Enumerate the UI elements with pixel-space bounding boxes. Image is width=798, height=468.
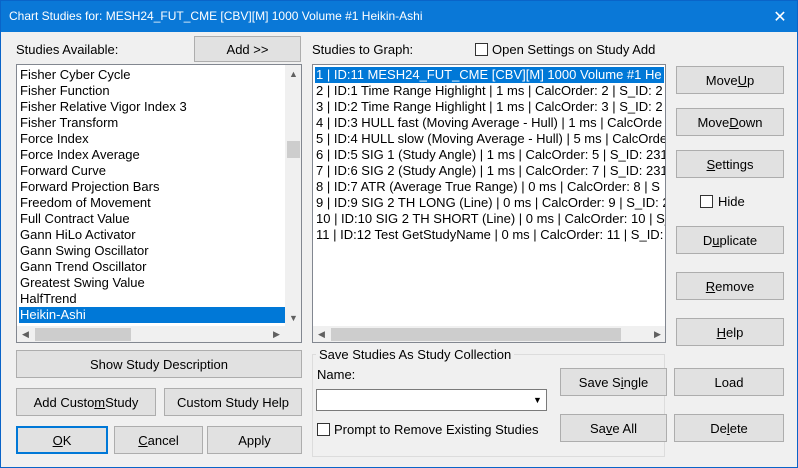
scroll-thumb[interactable] [287, 141, 300, 158]
studies-available-list[interactable]: Fisher Cyber Cycle Fisher Function Fisher … [16, 64, 302, 343]
studies-to-graph-item[interactable]: 6 | ID:5 SIG 1 (Study Angle) | 1 ms | Ca… [315, 147, 665, 163]
window-title: Chart Studies for: MESH24_FUT_CME [CBV][… [9, 9, 423, 23]
hscroll-thumb[interactable] [35, 328, 131, 341]
studies-to-graph-item[interactable]: 5 | ID:4 HULL slow (Moving Average - Hul… [315, 131, 665, 147]
studies-available-item[interactable]: Fisher Cyber Cycle [19, 67, 285, 83]
hide-label: Hide [718, 194, 745, 209]
help-button[interactable]: Help [676, 318, 784, 346]
prompt-remove-label: Prompt to Remove Existing Studies [334, 422, 539, 437]
prompt-remove-checkbox[interactable] [317, 423, 330, 436]
close-icon[interactable]: ✕ [763, 1, 797, 32]
scroll-right-icon[interactable]: ▶ [649, 326, 665, 342]
save-all-button[interactable]: Sa v e All [560, 414, 667, 442]
studies-available-item[interactable]: Heikin-Ashi [19, 307, 285, 323]
ok-button[interactable]: OK [16, 426, 108, 454]
apply-button[interactable]: Apply [207, 426, 302, 454]
studies-available-item[interactable]: Freedom of Movement [19, 195, 285, 211]
studies-to-graph-item[interactable]: 11 | ID:12 Test GetStudyName | 0 ms | Ca… [315, 227, 664, 243]
scroll-up-icon[interactable]: ▲ [285, 65, 301, 82]
show-study-description-button[interactable]: Show Study Description [16, 350, 302, 378]
studies-available-item[interactable]: HalfTrend [19, 291, 285, 307]
open-settings-label: Open Settings on Study Add [492, 42, 656, 57]
hscroll-thumb[interactable] [331, 328, 621, 341]
studies-available-item[interactable]: Fisher Function [19, 83, 285, 99]
studies-to-graph-item[interactable]: 3 | ID:2 Time Range Highlight | 1 ms | C… [315, 99, 664, 115]
chart-studies-dialog: Chart Studies for: MESH24_FUT_CME [CBV][… [0, 0, 798, 468]
study-collection-title: Save Studies As Study Collection [316, 347, 515, 362]
custom-study-help-button[interactable]: Custom Study Help [164, 388, 302, 416]
studies-available-hscroll[interactable]: ◀ ▶ [17, 326, 301, 342]
collection-name-combo[interactable]: ▼ [316, 389, 547, 411]
open-settings-checkbox[interactable] [475, 43, 488, 56]
studies-available-item[interactable]: Fisher Relative Vigor Index 3 [19, 99, 285, 115]
scroll-left-icon[interactable]: ◀ [313, 326, 330, 342]
studies-available-item[interactable]: Gann Swing Oscillator [19, 243, 285, 259]
studies-to-graph-item[interactable]: 10 | ID:10 SIG 2 TH SHORT (Line) | 0 ms … [315, 211, 665, 227]
studies-to-graph-list[interactable]: 1 | ID:11 MESH24_FUT_CME [CBV][M] 1000 V… [312, 64, 666, 343]
studies-available-item[interactable]: Gann Trend Oscillator [19, 259, 285, 275]
studies-available-item[interactable]: Force Index Average [19, 147, 285, 163]
duplicate-button[interactable]: Du plicate [676, 226, 784, 254]
studies-available-item[interactable]: Greatest Swing Value [19, 275, 285, 291]
studies-available-item[interactable]: Full Contract Value [19, 211, 285, 227]
studies-to-graph-item[interactable]: 2 | ID:1 Time Range Highlight | 1 ms | C… [315, 83, 664, 99]
cancel-button[interactable]: Cancel [114, 426, 203, 454]
hide-checkbox[interactable] [700, 195, 713, 208]
save-single-button[interactable]: Save Si ngle [560, 368, 667, 396]
studies-to-graph-hscroll[interactable]: ◀ ▶ [313, 326, 665, 342]
add-custom-study-button[interactable]: Add Custo m Study [16, 388, 156, 416]
studies-to-graph-item[interactable]: 8 | ID:7 ATR (Average True Range) | 0 ms… [315, 179, 664, 195]
studies-available-item[interactable]: Forward Projection Bars [19, 179, 285, 195]
scroll-down-icon[interactable]: ▼ [285, 309, 301, 326]
studies-to-graph-item[interactable]: 9 | ID:9 SIG 2 TH LONG (Line) | 0 ms | C… [315, 195, 665, 211]
delete-button[interactable]: De l ete [674, 414, 784, 442]
title-bar: Chart Studies for: MESH24_FUT_CME [CBV][… [1, 1, 797, 32]
studies-to-graph-item[interactable]: 7 | ID:6 SIG 2 (Study Angle) | 1 ms | Ca… [315, 163, 665, 179]
scroll-left-icon[interactable]: ◀ [17, 326, 34, 342]
studies-available-vscroll[interactable]: ▲ ▼ [285, 65, 301, 326]
move-down-button[interactable]: Move Down [676, 108, 784, 136]
load-button[interactable]: Load [674, 368, 784, 396]
collection-name-label: Name: [317, 367, 356, 382]
scroll-right-icon[interactable]: ▶ [268, 326, 285, 342]
studies-to-graph-item[interactable]: 1 | ID:11 MESH24_FUT_CME [CBV][M] 1000 V… [315, 67, 664, 83]
move-up-button[interactable]: Move Up [676, 66, 784, 94]
studies-to-graph-item[interactable]: 4 | ID:3 HULL fast (Moving Average - Hul… [315, 115, 664, 131]
add-study-button[interactable]: Add >> [194, 36, 301, 62]
studies-available-item[interactable]: Forward Curve [19, 163, 285, 179]
chevron-down-icon[interactable]: ▼ [529, 390, 546, 410]
settings-button[interactable]: Settings [676, 150, 784, 178]
studies-to-graph-label: Studies to Graph: [312, 42, 414, 57]
studies-available-label: Studies Available: [16, 42, 119, 57]
studies-available-item[interactable]: Fisher Transform [19, 115, 285, 131]
remove-button[interactable]: Remove [676, 272, 784, 300]
studies-available-item[interactable]: Gann HiLo Activator [19, 227, 285, 243]
studies-available-item[interactable]: Force Index [19, 131, 285, 147]
